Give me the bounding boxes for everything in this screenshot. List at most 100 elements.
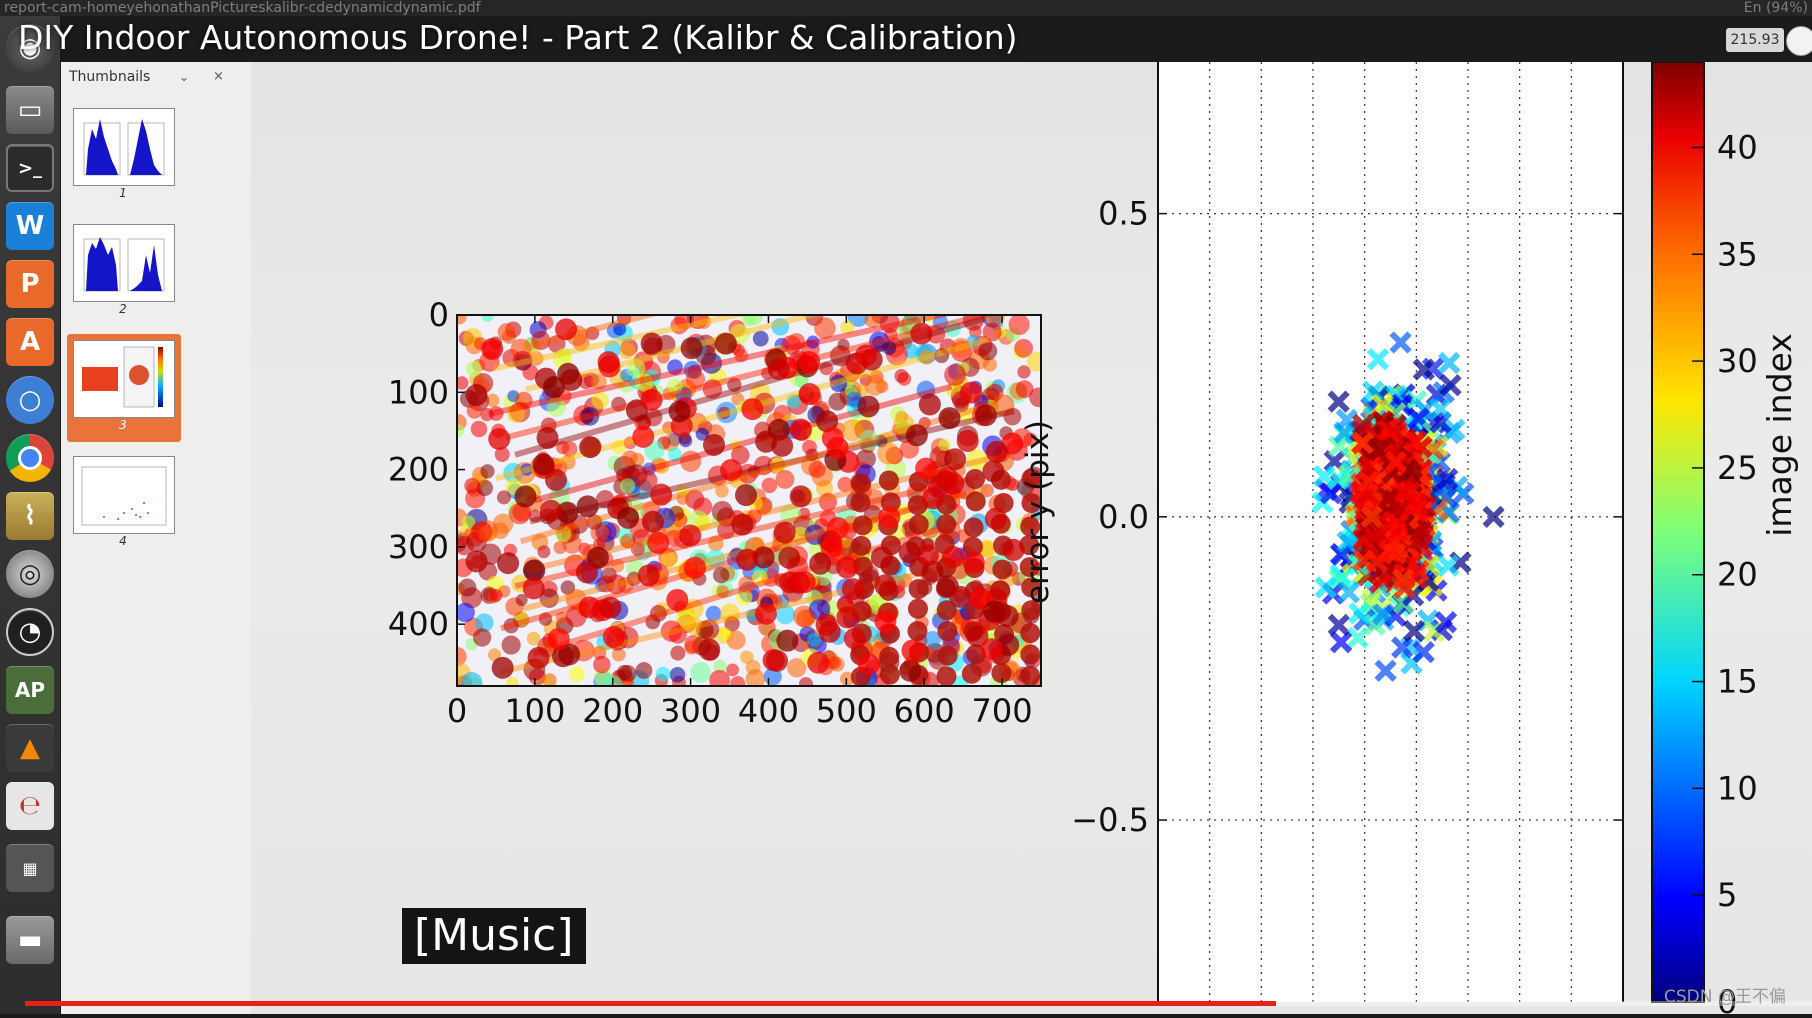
- chart-1-point: [878, 506, 901, 529]
- document-view[interactable]: 0 100 200 300 400 500 600 700 0 100 200 300 400 0.5 0…: [18, 18, 1812, 1018]
- chart-1-point: [879, 646, 900, 667]
- chart-1-point: [985, 440, 1008, 463]
- colorbar-tick-label: 35: [1717, 235, 1758, 273]
- chart-1-point: [982, 460, 1005, 483]
- obs-icon[interactable]: ◔: [6, 608, 54, 656]
- trash-icon[interactable]: ▬: [6, 916, 54, 964]
- thumbnail-page-2[interactable]: [73, 224, 175, 302]
- chart-1-point: [942, 472, 965, 495]
- impress-icon[interactable]: P: [6, 260, 54, 308]
- chart-1-point: [1026, 351, 1041, 372]
- chart-1-point: [547, 627, 570, 650]
- chart-1-point: [778, 546, 801, 569]
- chart-1-point: [488, 427, 511, 450]
- colorbar-label: image index: [1760, 333, 1799, 537]
- chart-1-point: [714, 332, 737, 355]
- chart-1-point: [465, 360, 482, 377]
- chart-1-point: [679, 524, 702, 547]
- video-progress-fill[interactable]: [25, 1001, 1276, 1006]
- chart-1-xtick-label: 100: [504, 692, 565, 730]
- chart-1-point: [798, 350, 821, 373]
- chart-1-point: [878, 470, 899, 491]
- vlc-icon[interactable]: ▲: [6, 724, 54, 772]
- chart-1-ytick-label: 100: [388, 373, 449, 411]
- thumbnail-page-3[interactable]: [73, 340, 175, 418]
- chart-1-point: [908, 578, 929, 599]
- colorbar-tick-label: 30: [1717, 342, 1758, 380]
- workspace-icon[interactable]: ▦: [6, 844, 54, 892]
- chart-1-point: [680, 337, 703, 360]
- chart-1-point: [637, 564, 660, 587]
- colorbar-tick-label: 5: [1717, 876, 1737, 914]
- chart-1-point: [944, 448, 967, 471]
- chart-1-point: [666, 588, 689, 611]
- chart-1-point: [938, 438, 951, 451]
- thumbnail-page-4[interactable]: [73, 456, 175, 534]
- chart-1-point: [526, 631, 541, 646]
- chart-1-point: [470, 521, 493, 543]
- chart-1-point: [470, 420, 488, 438]
- chart-1-point: [826, 436, 849, 459]
- chart-1-point: [497, 323, 516, 341]
- chart-1-ytick-label: 400: [388, 605, 449, 643]
- chart-1-point: [850, 492, 871, 513]
- chart-1-point: [836, 556, 859, 579]
- chart-1-point: [718, 627, 732, 640]
- clock-icon[interactable]: [1786, 26, 1812, 56]
- colorbar-tick-label: 15: [1717, 663, 1758, 701]
- chart-1-point: [827, 656, 841, 670]
- chart-1-point: [458, 578, 477, 597]
- chart-1-point: [965, 469, 986, 490]
- chart-1-point: [965, 491, 986, 512]
- chart-1-ytick-label: 300: [388, 528, 449, 566]
- chart-1-point: [536, 426, 559, 449]
- chart-1-point: [465, 550, 488, 573]
- chart-1-point: [618, 342, 636, 360]
- close-icon[interactable]: ×: [213, 62, 224, 92]
- cleaner-icon[interactable]: ⌇: [6, 492, 54, 540]
- ap-icon[interactable]: AP: [6, 666, 54, 714]
- reader-icon[interactable]: ℮: [6, 782, 54, 830]
- chart-1-point: [776, 629, 799, 652]
- chart-1-point: [828, 392, 847, 411]
- chart-1-point: [938, 407, 961, 430]
- chart-2-error-scatter: 0.5 0.0 −0.5 error y (pix): [1020, 62, 1624, 1002]
- chart-1-point: [937, 621, 958, 642]
- writer-icon[interactable]: W: [6, 202, 54, 250]
- software-center-icon[interactable]: A: [6, 318, 54, 366]
- chromium-icon[interactable]: ○: [6, 376, 54, 424]
- chart-1-point: [941, 546, 964, 569]
- chart-1-point: [996, 605, 1019, 628]
- eye-icon[interactable]: ◎: [6, 550, 54, 598]
- chart-1-point: [761, 477, 778, 494]
- chart-1-point: [698, 638, 721, 661]
- chart-1-point: [709, 669, 730, 686]
- chevron-down-icon[interactable]: ⌄: [179, 62, 189, 92]
- terminal-icon[interactable]: >_: [6, 144, 54, 192]
- chart-1-point: [992, 559, 1013, 580]
- chart-1-point: [457, 315, 467, 325]
- chart-1-point: [1020, 665, 1041, 686]
- watermark: CSDN @王不偏: [1664, 987, 1786, 1007]
- chart-2-ytick-label: 0.0: [1098, 498, 1149, 536]
- chart-1-point: [640, 332, 663, 355]
- chart-1-point: [752, 330, 769, 347]
- chart-2-ytick-label: 0.5: [1098, 195, 1149, 233]
- chart-1-point: [655, 666, 671, 682]
- chart-1-point: [836, 606, 859, 629]
- thumbnail-page-number: 2: [119, 302, 127, 316]
- chart-1-point: [1015, 380, 1034, 399]
- chart-1-point: [915, 457, 938, 480]
- chart-1-point: [599, 596, 622, 619]
- chrome-icon[interactable]: [6, 434, 54, 482]
- chart-1-point: [899, 659, 922, 682]
- colorbar-gradient: [1652, 62, 1704, 1002]
- files-icon[interactable]: ▭: [6, 86, 54, 134]
- chart-1-point: [879, 664, 900, 685]
- thumbnails-title: Thumbnails: [69, 69, 151, 85]
- chart-1-point: [937, 645, 958, 666]
- thumbnail-page-1[interactable]: [73, 108, 175, 186]
- chart-1-point: [560, 368, 583, 391]
- chart-1-point: [796, 609, 815, 628]
- chart-1-point: [936, 666, 957, 686]
